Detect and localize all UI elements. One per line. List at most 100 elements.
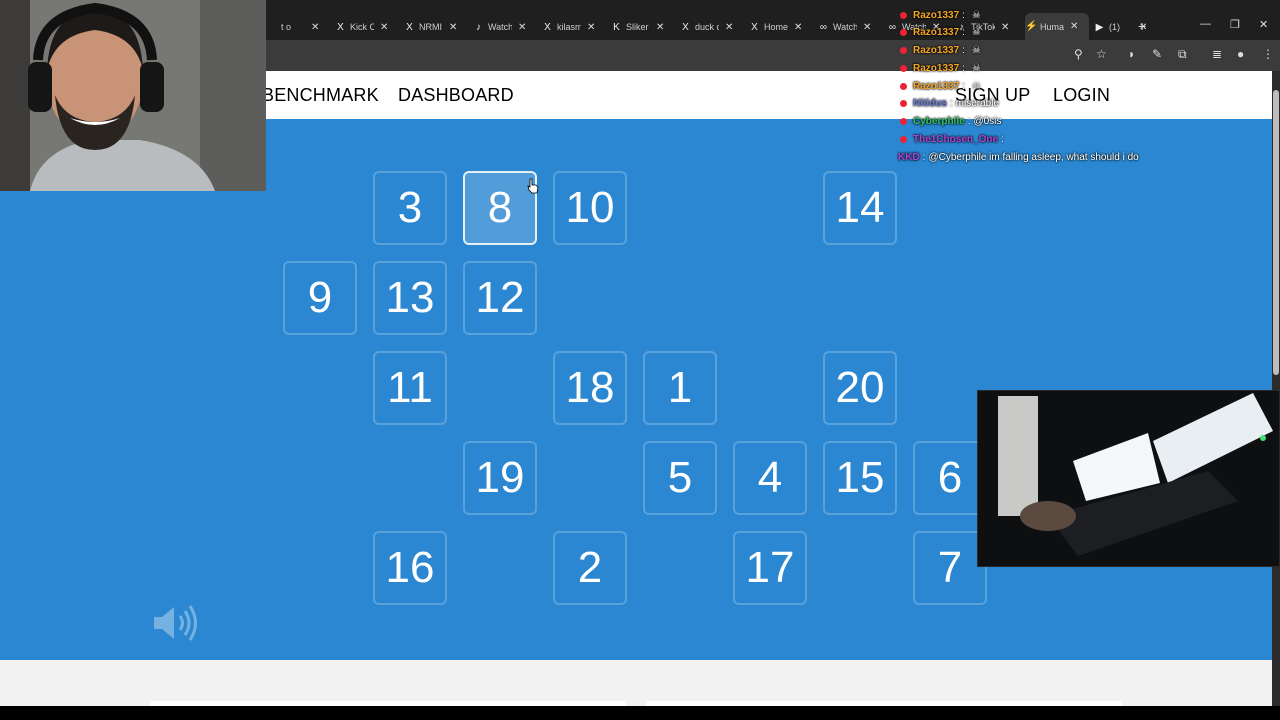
tab-label: Sliker (626, 22, 649, 32)
number-tile[interactable]: 10 (553, 171, 627, 245)
tab-favicon-icon: X (337, 21, 344, 33)
tab-close-icon[interactable]: ✕ (587, 22, 595, 33)
chat-message: Cyberphile : @0sis (898, 113, 1001, 129)
number-tile[interactable]: 5 (643, 441, 717, 515)
tab-close-icon[interactable]: ✕ (311, 22, 319, 33)
number-tile[interactable]: 9 (283, 261, 357, 335)
tab-close-icon[interactable]: ✕ (1070, 21, 1078, 32)
number-tile[interactable]: 15 (823, 441, 897, 515)
chat-username: Nitidus (913, 97, 947, 109)
handcam-image (978, 391, 1279, 566)
tab-label: NRMI (419, 22, 442, 32)
number-tile[interactable]: 16 (373, 531, 447, 605)
nav-dashboard-link[interactable]: DASHBOARD (398, 85, 514, 106)
new-tab-button[interactable]: + (1138, 18, 1146, 34)
extension-icon[interactable]: ✎ (1152, 47, 1162, 61)
tab-label: (1) (1109, 22, 1120, 32)
browser-tab[interactable]: ⚡ Huma ✕ (1025, 13, 1089, 40)
chat-message: Razo1337 : ☠ (898, 7, 981, 23)
zoom-icon[interactable]: ⚲ (1074, 47, 1083, 61)
browser-tab[interactable]: t o ✕ (266, 17, 330, 37)
number-tile[interactable]: 18 (553, 351, 627, 425)
number-tile[interactable]: 8 (463, 171, 537, 245)
tab-favicon-icon: X (751, 21, 758, 33)
chat-separator: : (1001, 133, 1004, 145)
chat-badge-icon (900, 99, 907, 107)
chat-text: @Cyberphile im falling asleep, what shou… (928, 151, 1139, 163)
tab-favicon-icon: X (682, 21, 689, 33)
extension-icon[interactable]: ◗ (1128, 47, 1135, 61)
maximize-icon[interactable]: ❐ (1230, 18, 1240, 31)
chat-emote-icon: ☠ (971, 80, 981, 92)
number-tile[interactable]: 2 (553, 531, 627, 605)
chat-badge-icon (900, 64, 907, 72)
chat-message: Razo1337 : ☠ (898, 42, 981, 58)
number-tile[interactable]: 19 (463, 441, 537, 515)
chat-message: Razo1337 : ☠ (898, 60, 981, 76)
chat-message: The1Chosen_One : (898, 131, 1007, 147)
chat-separator: : (962, 9, 965, 21)
tab-label: t o (281, 22, 292, 32)
extensions-puzzle-icon[interactable]: ⧉ (1178, 47, 1187, 62)
number-tile[interactable]: 13 (373, 261, 447, 335)
browser-tab[interactable]: Xduck c ✕ (680, 17, 744, 37)
tab-favicon-icon: X (544, 21, 551, 33)
browser-tab[interactable]: X Home ✕ (749, 17, 813, 37)
browser-tab[interactable]: ▶ (1) ✕ (1094, 17, 1158, 37)
chat-username: Razo1337 (913, 9, 960, 21)
browser-tab[interactable]: Xkilasm ✕ (542, 17, 606, 37)
chat-message: KKD : @Cyberphile im falling asleep, wha… (898, 149, 1139, 165)
handcam-overlay (977, 390, 1280, 567)
number-tile[interactable]: 1 (643, 351, 717, 425)
tab-favicon-icon: ∞ (888, 21, 897, 33)
chat-emote-icon: ☠ (971, 26, 981, 38)
tab-close-icon[interactable]: ✕ (449, 22, 457, 33)
webcam-overlay (0, 0, 266, 191)
tab-close-icon[interactable]: ✕ (725, 22, 733, 33)
number-tile[interactable]: 4 (733, 441, 807, 515)
tab-favicon-icon: ♪ (476, 21, 481, 33)
number-tile[interactable]: 11 (373, 351, 447, 425)
tab-close-icon[interactable]: ✕ (380, 22, 388, 33)
tab-close-icon[interactable]: ✕ (794, 22, 802, 33)
chat-badge-icon (900, 46, 907, 54)
chat-username: Razo1337 (913, 80, 960, 92)
close-window-icon[interactable]: ✕ (1259, 18, 1268, 31)
number-tile[interactable]: 3 (373, 171, 447, 245)
speaker-icon[interactable] (150, 603, 200, 643)
menu-icon[interactable]: ⋮ (1262, 47, 1274, 61)
tab-close-icon[interactable]: ✕ (1001, 22, 1009, 33)
chat-emote-icon: ☠ (971, 62, 981, 74)
profile-icon[interactable]: ● (1237, 47, 1244, 61)
chat-username: KKD (898, 151, 920, 163)
chat-separator: : (962, 80, 965, 92)
nav-benchmark-link[interactable]: BENCHMARK (262, 85, 379, 106)
browser-tab[interactable]: ∞ Watch ✕ (818, 17, 882, 37)
chat-text: @0sis (973, 115, 1002, 127)
number-tile[interactable]: 14 (823, 171, 897, 245)
number-tile[interactable]: 17 (733, 531, 807, 605)
browser-tab[interactable]: X Kick C ✕ (335, 17, 399, 37)
bookmark-star-icon[interactable]: ☆ (1096, 47, 1107, 61)
tab-favicon-icon: ∞ (819, 21, 828, 33)
chat-text: miserable (955, 97, 1000, 109)
chat-badge-icon (900, 117, 907, 125)
number-tile[interactable]: 12 (463, 261, 537, 335)
number-tile[interactable]: 7 (913, 531, 987, 605)
tab-close-icon[interactable]: ✕ (656, 22, 664, 33)
browser-tab[interactable]: K Sliker ✕ (611, 17, 675, 37)
browser-tab[interactable]: ♪ Watch ✕ (473, 17, 537, 37)
scrollbar-thumb[interactable] (1273, 90, 1279, 375)
chat-emote-icon: ☠ (971, 44, 981, 56)
chat-separator: : (962, 44, 965, 56)
number-tile[interactable]: 6 (913, 441, 987, 515)
tab-close-icon[interactable]: ✕ (863, 22, 871, 33)
chat-separator: : (962, 26, 965, 38)
sidebar-icon[interactable]: ≣ (1212, 47, 1222, 61)
nav-login-link[interactable]: LOGIN (1053, 85, 1110, 106)
minimize-icon[interactable]: — (1200, 18, 1211, 30)
tab-close-icon[interactable]: ✕ (518, 22, 526, 33)
browser-tab[interactable]: X NRMI ✕ (404, 17, 468, 37)
tab-favicon-icon (266, 22, 277, 33)
number-tile[interactable]: 20 (823, 351, 897, 425)
